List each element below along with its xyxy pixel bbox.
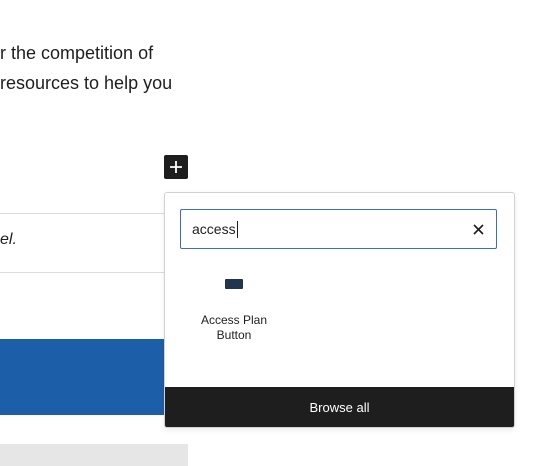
block-result-label: Access Plan Button: [200, 313, 268, 342]
block-result-access-plan-button[interactable]: Access Plan Button: [187, 279, 281, 343]
button-icon: [225, 279, 243, 289]
paragraph-block[interactable]: r the competition of resources to help y…: [0, 38, 190, 98]
add-block-button[interactable]: [164, 155, 188, 179]
search-input[interactable]: [192, 210, 452, 248]
block-inserter-popover: Access Plan Button Browse all: [164, 192, 515, 428]
search-field[interactable]: [180, 209, 497, 249]
plus-icon: [170, 161, 182, 173]
blue-block[interactable]: [0, 339, 166, 415]
table-divider: [0, 272, 166, 273]
italic-text: el.: [0, 231, 17, 248]
text-cursor: [237, 221, 238, 238]
browse-all-button[interactable]: Browse all: [165, 387, 514, 427]
paragraph-line: resources to help you: [0, 73, 173, 93]
clear-search-button[interactable]: [470, 221, 486, 237]
close-icon: [472, 223, 484, 235]
gray-block[interactable]: [0, 444, 188, 466]
paragraph-line: r the competition of: [0, 43, 154, 63]
table-divider: [0, 213, 166, 214]
